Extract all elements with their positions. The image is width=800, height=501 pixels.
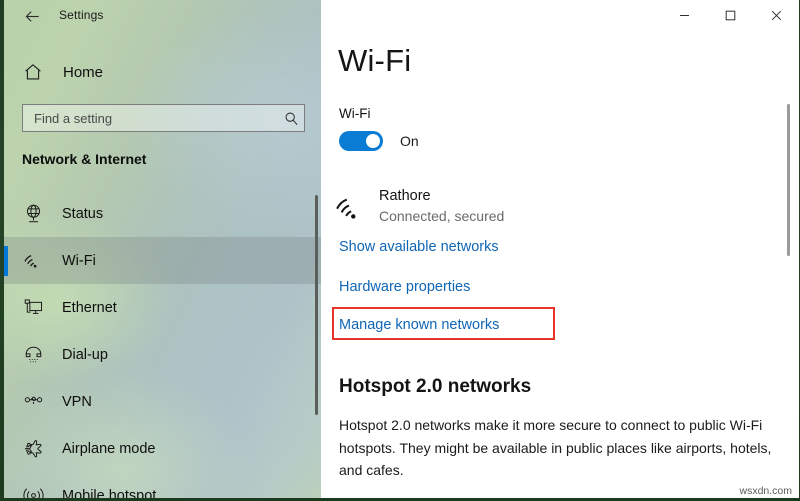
sidebar-scrollbar-thumb[interactable] [315, 195, 318, 415]
sidebar-item-status[interactable]: Status [4, 190, 321, 237]
sidebar-nav-list: Status Wi-Fi Ethernet Dial-up VPN Airpla… [4, 190, 321, 498]
page-title: Wi-Fi [338, 43, 412, 78]
search-input[interactable] [23, 110, 278, 126]
hotspot-icon [20, 483, 46, 498]
wifi-signal-icon [331, 189, 369, 227]
screenshot-root: Home Network & Internet [0, 0, 800, 501]
sidebar-item-ethernet[interactable]: Ethernet [4, 284, 321, 331]
sidebar-item-mobile-hotspot-label: Mobile hotspot [62, 487, 157, 499]
sidebar-item-vpn[interactable]: VPN [4, 378, 321, 425]
content-scrollbar-thumb[interactable] [787, 104, 790, 256]
search-box[interactable] [22, 104, 305, 132]
link-manage-known-networks[interactable]: Manage known networks [339, 317, 499, 333]
ethernet-icon [20, 295, 46, 321]
navigation-pane: Home Network & Internet [4, 0, 321, 498]
wifi-toggle-state-label: On [400, 133, 419, 149]
maximize-button[interactable] [707, 0, 753, 31]
window-title: Settings [59, 8, 104, 22]
close-button[interactable] [753, 0, 799, 31]
connected-network-row: Rathore Connected, secured [331, 187, 504, 227]
toggle-knob [366, 134, 380, 148]
network-status: Connected, secured [379, 208, 505, 224]
back-button[interactable] [12, 2, 52, 30]
caption-button-group [661, 0, 799, 31]
site-watermark: wsxdn.com [739, 485, 792, 497]
sidebar-scrollbar[interactable] [313, 0, 321, 498]
sidebar-item-airplane-mode[interactable]: Airplane mode [4, 425, 321, 472]
globe-icon [20, 201, 46, 227]
airplane-icon [20, 436, 46, 462]
phone-handset-icon [20, 342, 46, 368]
wifi-toggle-row: On [339, 131, 419, 151]
content-scrollbar[interactable] [785, 90, 793, 480]
selection-indicator [4, 245, 8, 276]
search-icon[interactable] [278, 105, 304, 131]
vpn-key-icon [20, 389, 46, 415]
sidebar-item-home[interactable]: Home [4, 54, 321, 90]
sidebar-item-vpn-label: VPN [62, 393, 92, 410]
link-show-available-networks[interactable]: Show available networks [339, 239, 499, 255]
wifi-toggle-switch[interactable] [339, 131, 383, 151]
sidebar-item-airplane-mode-label: Airplane mode [62, 440, 156, 457]
content-pane: Wi-Fi Wi-Fi On Rathore Connected, secure… [321, 0, 799, 498]
sidebar-home-label: Home [63, 63, 104, 81]
home-icon [22, 61, 44, 83]
network-text-block: Rathore Connected, secured [379, 187, 504, 226]
sidebar-item-dialup-label: Dial-up [62, 346, 108, 363]
title-bar: Settings [4, 0, 799, 31]
wifi-icon [20, 248, 46, 274]
sidebar-item-status-label: Status [62, 205, 104, 222]
sidebar-item-wifi-label: Wi-Fi [62, 252, 96, 269]
network-name: Rathore [379, 188, 431, 204]
minimize-button[interactable] [661, 0, 707, 31]
sidebar-item-ethernet-label: Ethernet [62, 299, 117, 316]
sidebar-item-wifi[interactable]: Wi-Fi [4, 237, 321, 284]
sidebar-item-mobile-hotspot[interactable]: Mobile hotspot [4, 472, 321, 498]
link-hardware-properties[interactable]: Hardware properties [339, 279, 470, 295]
sidebar-item-dialup[interactable]: Dial-up [4, 331, 321, 378]
nav-category-heading: Network & Internet [22, 151, 147, 167]
wifi-toggle-caption: Wi-Fi [339, 106, 371, 121]
settings-window: Home Network & Internet [4, 0, 799, 498]
hotspot-section-body: Hotspot 2.0 networks make it more secure… [339, 417, 772, 478]
hotspot-section-heading: Hotspot 2.0 networks [339, 376, 532, 397]
